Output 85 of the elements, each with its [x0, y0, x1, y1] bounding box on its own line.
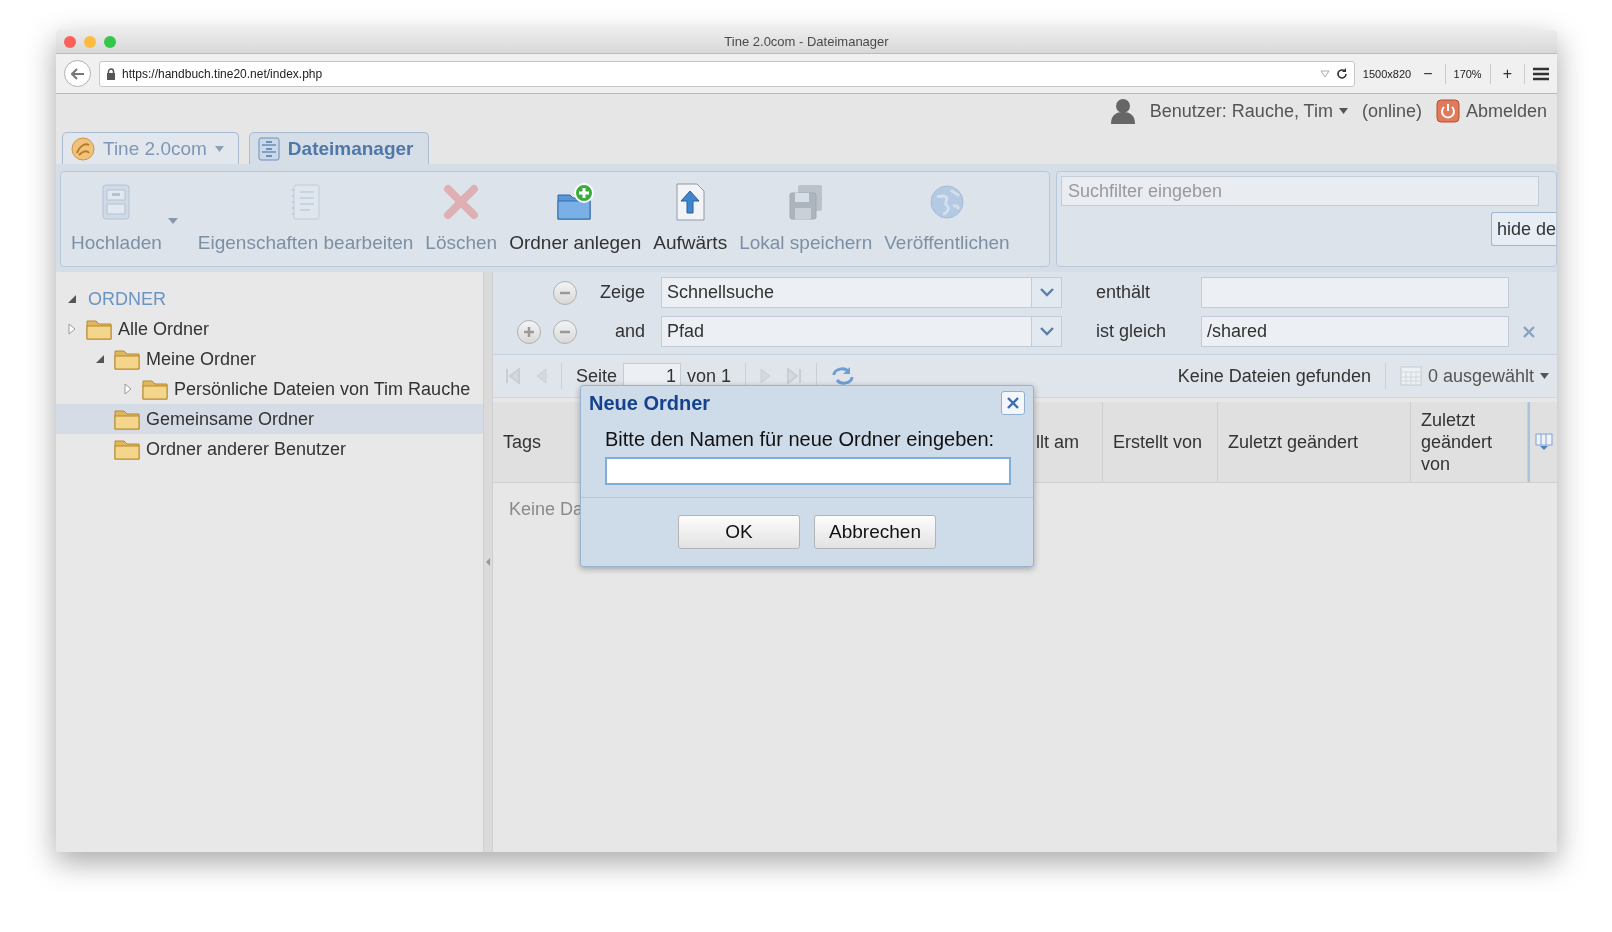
folder-icon — [114, 438, 140, 460]
sun-logo-icon — [71, 136, 95, 161]
filter-label: Zeige — [598, 282, 645, 303]
plus-icon — [523, 325, 535, 338]
user-menu[interactable]: Benutzer: Rauche, Tim — [1149, 100, 1348, 122]
power-icon — [1435, 99, 1460, 123]
zoom-out-button[interactable]: − — [1419, 64, 1437, 83]
caret-icon — [1540, 373, 1549, 379]
result-status: Keine Dateien gefunden — [1177, 365, 1371, 387]
selection-menu[interactable]: 0 ausgewählt — [1399, 365, 1549, 387]
cross-icon — [443, 184, 480, 220]
filter-value-field[interactable] — [1201, 277, 1509, 308]
filter-operator: enthält — [1096, 282, 1152, 303]
search-filter-field[interactable]: Suchfilter eingeben — [1061, 176, 1539, 206]
filter-field-select[interactable]: Schnellsuche — [661, 277, 1062, 308]
folder-plus-icon — [556, 183, 595, 221]
chevron-down-icon — [1039, 288, 1054, 297]
page-label: Seite — [576, 365, 618, 387]
folder-icon — [114, 348, 140, 370]
folder-icon — [86, 318, 112, 340]
column-header[interactable]: Zuletzt geändert von — [1411, 402, 1528, 482]
online-status: (online) — [1361, 100, 1422, 122]
back-button[interactable] — [64, 60, 91, 87]
column-header[interactable]: Zuletzt geändert — [1218, 402, 1411, 482]
reload-icon[interactable] — [1335, 67, 1348, 80]
add-filter-button[interactable] — [517, 319, 541, 344]
filter-value-field[interactable]: /shared — [1201, 316, 1509, 347]
column-header[interactable]: Erstellt von — [1103, 402, 1218, 482]
refresh-icon[interactable] — [831, 366, 856, 386]
dropdown-triangle-icon[interactable] — [1319, 69, 1330, 78]
previous-page-icon[interactable] — [535, 368, 547, 384]
chevron-down-icon — [1039, 327, 1054, 336]
clear-icon[interactable] — [1523, 325, 1535, 338]
hide-details-button[interactable]: hide de — [1490, 212, 1556, 246]
tree-item[interactable]: Alle Ordner — [56, 314, 483, 344]
expanded-triangle-icon[interactable] — [95, 354, 105, 364]
tree-item[interactable]: Persönliche Dateien von Tim Rauche — [56, 374, 483, 404]
last-page-icon[interactable] — [786, 368, 803, 384]
back-arrow-icon — [70, 67, 85, 80]
folder-icon — [114, 408, 140, 430]
logout-button[interactable]: Abmelden — [1435, 99, 1547, 123]
dialog-prompt: Bitte den Namen für neue Ordner eingeben: — [604, 427, 996, 451]
tree-item[interactable]: Meine Ordner — [56, 344, 483, 374]
zoom-in-button[interactable]: + — [1498, 64, 1516, 83]
collapse-arrow-icon[interactable] — [485, 558, 491, 566]
close-button[interactable] — [1001, 391, 1025, 415]
dialog-button[interactable]: Abbrechen — [814, 515, 936, 549]
toolbar-button[interactable]: Aufwärts — [647, 176, 734, 266]
folder-icon — [142, 378, 168, 400]
close-icon — [1006, 396, 1020, 410]
viewport-size-label: 1500x820 — [1362, 67, 1412, 80]
toolbar-button[interactable]: Ordner anlegen — [503, 176, 648, 266]
filter-field-select[interactable]: Pfad — [661, 316, 1062, 347]
notebook-icon — [290, 184, 321, 220]
folder-name-field[interactable] — [605, 457, 1011, 485]
column-menu-icon[interactable] — [1534, 433, 1553, 451]
next-page-icon[interactable] — [760, 368, 773, 384]
calendar-grid-icon — [1399, 366, 1422, 386]
tree-item[interactable]: Gemeinsame Ordner — [56, 404, 483, 434]
user-silhouette-icon — [1109, 98, 1136, 124]
close-window-button[interactable] — [64, 35, 76, 48]
caret-icon — [214, 145, 224, 152]
dialog-button[interactable]: OK — [678, 515, 800, 549]
globe-icon — [928, 184, 965, 220]
filter-label: and — [613, 321, 645, 342]
zoom-level: 170% — [1453, 67, 1482, 80]
first-page-icon[interactable] — [505, 368, 521, 384]
minimize-window-button[interactable] — [84, 35, 96, 48]
expanded-triangle-icon[interactable] — [67, 294, 77, 304]
file-cabinet-icon — [257, 136, 280, 161]
remove-filter-button[interactable] — [553, 280, 577, 305]
filter-operator: ist gleich — [1096, 321, 1168, 342]
tree-item[interactable]: Ordner anderer Benutzer — [56, 434, 483, 464]
drawer-icon — [101, 184, 132, 220]
lock-icon — [106, 67, 116, 80]
remove-filter-button[interactable] — [553, 319, 577, 344]
menu-icon[interactable] — [1533, 66, 1549, 81]
collapsed-triangle-icon[interactable] — [124, 383, 132, 395]
address-field[interactable]: https://handbuch.tine20.net/index.php — [99, 60, 1355, 87]
page-count: von 1 — [687, 365, 732, 387]
collapsed-triangle-icon[interactable] — [68, 323, 76, 335]
floppy-disks-icon — [787, 184, 824, 220]
zoom-window-button[interactable] — [104, 35, 116, 48]
window-title: Tine 2.0com - Dateimanager — [724, 34, 889, 49]
caret-icon — [1338, 108, 1348, 114]
